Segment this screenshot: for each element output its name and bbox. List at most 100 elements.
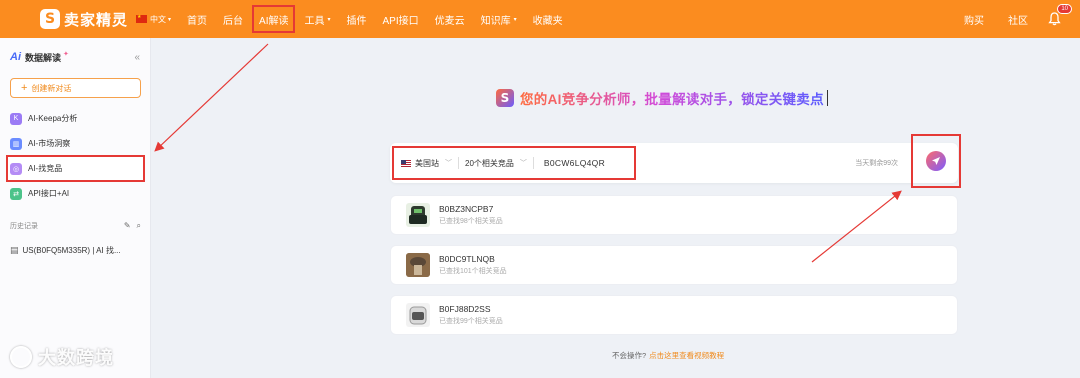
- ai-logo-icon: Ai: [10, 51, 21, 63]
- send-button[interactable]: [926, 151, 946, 171]
- product-thumbnail: [406, 203, 430, 227]
- chevron-down-icon: ﹀: [519, 160, 527, 167]
- sidebar-menu: K AI-Keepa分析 ▥ AI-市场洞察 ◎ AI-找竞品 ⇄ API接口+…: [0, 106, 151, 206]
- sidebar-item-label: AI-市场洞察: [28, 139, 71, 148]
- chart-icon: ▥: [10, 137, 22, 150]
- search-input-group: 美国站 ﹀ 20个相关竞品 ﹀ B0CW6LQ4QR: [392, 146, 636, 180]
- nav-tools[interactable]: 工具 ▾: [304, 7, 330, 31]
- sparkle-icon: ✦: [63, 51, 69, 58]
- sidebar-item-api-ai[interactable]: ⇄ API接口+AI: [0, 181, 151, 206]
- sidebar: Ai 数据解读 ✦ « + 创建新对话 K AI-Keepa分析 ▥ AI-市场…: [0, 38, 151, 378]
- sidebar-item-keepa[interactable]: K AI-Keepa分析: [0, 106, 151, 131]
- collapse-sidebar-icon[interactable]: «: [134, 52, 140, 63]
- keepa-icon: K: [10, 112, 22, 125]
- history-item[interactable]: ▤ US(B0FQ5M335R) | AI 找...: [10, 245, 121, 256]
- chevron-down-icon: ▾: [168, 16, 172, 23]
- nav-home[interactable]: 首页: [187, 7, 207, 31]
- brand-logo[interactable]: S 卖家精灵: [40, 9, 128, 30]
- nav-api[interactable]: API接口: [383, 7, 419, 31]
- result-asin: B0DC9TLNQB: [439, 254, 495, 264]
- video-tutorial-link[interactable]: 点击这里查看视频教程: [649, 351, 724, 360]
- nav-plugins-label: 插件: [346, 15, 367, 27]
- nav-api-label: API接口: [382, 15, 419, 27]
- asin-input[interactable]: B0CW6LQ4QR: [544, 158, 605, 168]
- search-bar: 美国站 ﹀ 20个相关竞品 ﹀ B0CW6LQ4QR 当天剩余99次: [390, 143, 958, 183]
- document-icon: ▤: [10, 245, 19, 255]
- us-flag-icon: [401, 159, 411, 167]
- main-content: S 您的AI竞争分析师，批量解读对手，锁定关键卖点 美国站 ﹀ 20个相关竞品 …: [152, 38, 1080, 378]
- nav-community-label: 社区: [1008, 15, 1028, 27]
- nav-buy[interactable]: 购买: [964, 7, 984, 31]
- logo-icon: S: [496, 89, 514, 107]
- nav-youmaiyun-label: 优麦云: [434, 15, 465, 27]
- nav-ai-interpret[interactable]: AI解读: [252, 5, 296, 33]
- nav-knowledge[interactable]: 知识库 ▾: [481, 7, 517, 31]
- result-card[interactable]: B0DC9TLNQB 已查找101个相关竞品: [390, 245, 958, 285]
- daily-quota: 当天剩余99次: [855, 160, 898, 167]
- nav-backend[interactable]: 后台: [223, 7, 243, 31]
- api-icon: ⇄: [10, 187, 22, 200]
- result-asin: B0FJ88D2SS: [439, 304, 491, 314]
- chevron-down-icon: ▾: [327, 16, 331, 23]
- language-switcher[interactable]: 中文 ▾: [136, 14, 171, 25]
- help-prefix: 不会操作?: [612, 351, 647, 360]
- sidebar-item-find-competitors[interactable]: ◎ AI-找竞品: [6, 155, 145, 182]
- nav-backend-label: 后台: [223, 15, 244, 27]
- notification-count-badge: 10: [1057, 4, 1072, 14]
- clear-history-icon[interactable]: ✎: [124, 221, 131, 231]
- chevron-down-icon: ﹀: [445, 160, 452, 167]
- bell-icon: [1047, 12, 1061, 26]
- help-line: 不会操作? 点击这里查看视频教程: [612, 350, 724, 361]
- marketplace-value: 美国站: [415, 158, 439, 168]
- nav-menu: 首页 后台 AI解读 工具 ▾ 插件 API接口 优麦云 知识库 ▾ 收藏夹: [179, 0, 571, 38]
- competitor-count-select[interactable]: 20个相关竞品 ﹀: [465, 158, 527, 169]
- brand-name: 卖家精灵: [64, 11, 129, 29]
- sidebar-title: 数据解读: [25, 52, 62, 63]
- result-text: B0DC9TLNQB 已查找101个相关竞品: [439, 254, 507, 276]
- send-button-highlight: [911, 134, 961, 188]
- nav-plugins[interactable]: 插件: [347, 7, 367, 31]
- top-navbar: S 卖家精灵 中文 ▾ 首页 后台 AI解读 工具▾ 插件 API接口 优麦云 …: [0, 0, 1080, 38]
- nav-tools-label: 工具: [304, 15, 325, 27]
- product-thumbnail: [406, 303, 430, 327]
- sidebar-header: Ai 数据解读 ✦: [0, 38, 150, 76]
- new-chat-button[interactable]: + 创建新对话: [10, 78, 141, 98]
- target-icon: ◎: [10, 162, 22, 175]
- headline-text: 您的AI竞争分析师，批量解读对手，锁定关键卖点: [520, 88, 824, 108]
- result-text: B0BZ3NCPB7 已查找98个相关竞品: [439, 204, 503, 226]
- history-item-label: US(B0FQ5M335R) | AI 找...: [22, 246, 121, 255]
- nav-right: 购买 社区 10: [952, 0, 1080, 38]
- result-text: B0FJ88D2SS 已查找99个相关竞品: [439, 304, 503, 326]
- watermark-logo-icon: [10, 346, 32, 368]
- sidebar-item-market-insight[interactable]: ▥ AI-市场洞察: [0, 131, 151, 156]
- divider: [532, 157, 534, 169]
- nav-knowledge-label: 知识库: [480, 15, 511, 27]
- plus-icon: +: [21, 82, 28, 94]
- history-actions: ✎ ⌕: [124, 221, 141, 231]
- result-count: 已查找99个相关竞品: [439, 318, 503, 325]
- nav-favorites[interactable]: 收藏夹: [533, 7, 563, 31]
- logo-icon: S: [40, 9, 60, 29]
- nav-youmaiyun[interactable]: 优麦云: [435, 7, 465, 31]
- result-count: 已查找98个相关竞品: [439, 218, 503, 225]
- nav-community[interactable]: 社区: [1008, 7, 1028, 31]
- nav-buy-label: 购买: [964, 15, 984, 27]
- result-card[interactable]: B0BZ3NCPB7 已查找98个相关竞品: [390, 195, 958, 235]
- history-header: 历史记录 ✎ ⌕: [10, 221, 141, 231]
- sidebar-item-label: AI-Keepa分析: [28, 114, 78, 123]
- notification-bell[interactable]: 10: [1046, 4, 1072, 27]
- marketplace-select[interactable]: 美国站 ﹀: [401, 158, 452, 169]
- headline: S 您的AI竞争分析师，批量解读对手，锁定关键卖点: [496, 88, 828, 108]
- nav-home-label: 首页: [187, 15, 208, 27]
- result-card[interactable]: B0FJ88D2SS 已查找99个相关竞品: [390, 295, 958, 335]
- nav-ai-interpret-label: AI解读: [259, 15, 289, 27]
- search-icon[interactable]: ⌕: [137, 221, 141, 231]
- history-title: 历史记录: [10, 223, 38, 230]
- divider: [458, 157, 459, 169]
- watermark: 大数跨境: [10, 344, 114, 370]
- competitor-count-value: 20个相关竞品: [465, 158, 514, 168]
- text-cursor: [826, 90, 828, 106]
- product-thumbnail: [406, 253, 430, 277]
- chevron-down-icon: ▾: [513, 16, 517, 23]
- nav-favorites-label: 收藏夹: [532, 15, 563, 27]
